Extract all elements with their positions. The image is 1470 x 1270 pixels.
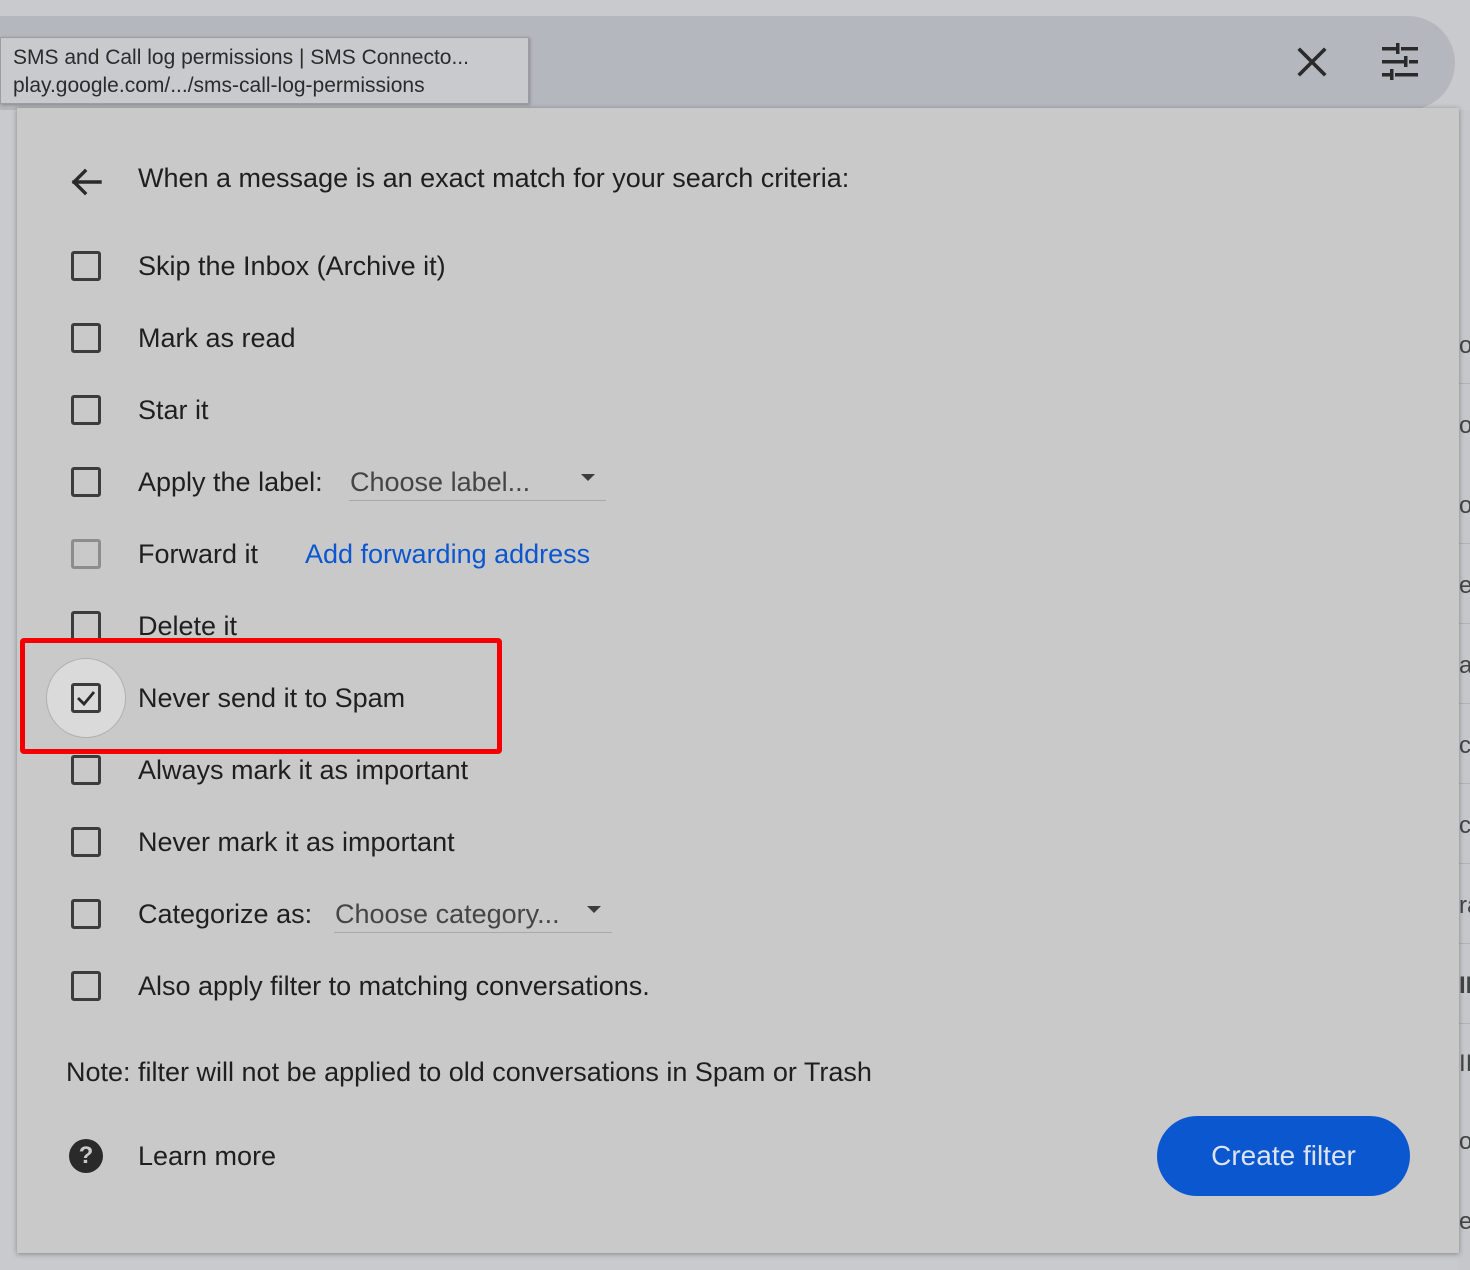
apply-to-matching-checkbox[interactable] xyxy=(71,971,101,1001)
mark-as-read-label: Mark as read xyxy=(138,323,296,353)
skip-inbox-label: Skip the Inbox (Archive it) xyxy=(138,251,446,281)
arrow-back-icon xyxy=(71,168,102,196)
background-text: e xyxy=(1459,572,1470,599)
back-button[interactable] xyxy=(66,162,106,202)
star-it-checkbox[interactable] xyxy=(71,395,101,425)
never-spam-label: Never send it to Spam xyxy=(138,683,406,713)
label-select[interactable]: Choose label... xyxy=(349,461,606,501)
background-text: o xyxy=(1459,412,1470,439)
tooltip-title: SMS and Call log permissions | SMS Conne… xyxy=(13,46,469,69)
forward-it-checkbox[interactable] xyxy=(71,539,101,569)
apply-label-checkbox[interactable] xyxy=(71,467,101,497)
skip-inbox-checkbox[interactable] xyxy=(71,251,101,281)
background-text: ou xyxy=(1459,332,1470,359)
dialog-heading: When a message is an exact match for you… xyxy=(138,163,850,193)
check-icon xyxy=(77,691,96,707)
create-filter-button[interactable]: Create filter xyxy=(1157,1116,1410,1196)
background-text: o xyxy=(1459,492,1470,519)
forward-it-label: Forward it xyxy=(138,539,259,569)
background-text: II xyxy=(1459,972,1470,999)
mark-as-read-checkbox[interactable] xyxy=(71,323,101,353)
category-select[interactable]: Choose category... xyxy=(334,893,612,933)
background-text: c xyxy=(1459,732,1470,759)
tooltip-url: play.google.com/.../sms-call-log-permiss… xyxy=(13,74,425,97)
background-text: o xyxy=(1459,1128,1470,1155)
background-text: c xyxy=(1459,812,1470,839)
filter-note: Note: filter will not be applied to old … xyxy=(66,1057,872,1087)
filter-actions-dialog: When a message is an exact match for you… xyxy=(17,108,1459,1253)
categorize-label: Categorize as: xyxy=(138,899,313,929)
always-important-checkbox[interactable] xyxy=(71,755,101,785)
never-spam-checkbox[interactable] xyxy=(71,683,101,713)
never-important-label: Never mark it as important xyxy=(138,827,455,857)
background-list: ou o o e a c c ra II II o e xyxy=(1458,110,1470,1270)
star-it-label: Star it xyxy=(138,395,209,425)
learn-more-link[interactable]: Learn more xyxy=(138,1139,276,1173)
category-select-value: Choose category... xyxy=(335,899,560,929)
add-forwarding-address-link[interactable]: Add forwarding address xyxy=(305,537,590,571)
help-icon[interactable]: ? xyxy=(69,1139,103,1173)
link-tooltip: SMS and Call log permissions | SMS Conne… xyxy=(0,37,529,104)
apply-to-matching-label: Also apply filter to matching conversati… xyxy=(138,971,650,1001)
background-text: a xyxy=(1459,652,1470,679)
background-text: e xyxy=(1459,1208,1470,1235)
never-important-checkbox[interactable] xyxy=(71,827,101,857)
close-icon[interactable] xyxy=(1290,40,1334,84)
apply-label-label: Apply the label: xyxy=(138,467,323,497)
delete-it-checkbox[interactable] xyxy=(71,611,101,641)
always-important-label: Always mark it as important xyxy=(138,755,469,785)
background-text: ra xyxy=(1459,892,1470,919)
categorize-checkbox[interactable] xyxy=(71,899,101,929)
dropdown-caret-icon xyxy=(581,474,595,481)
dropdown-caret-icon xyxy=(587,906,601,913)
label-select-value: Choose label... xyxy=(350,467,531,497)
background-text: II xyxy=(1459,1050,1470,1077)
tune-icon[interactable] xyxy=(1378,40,1422,84)
